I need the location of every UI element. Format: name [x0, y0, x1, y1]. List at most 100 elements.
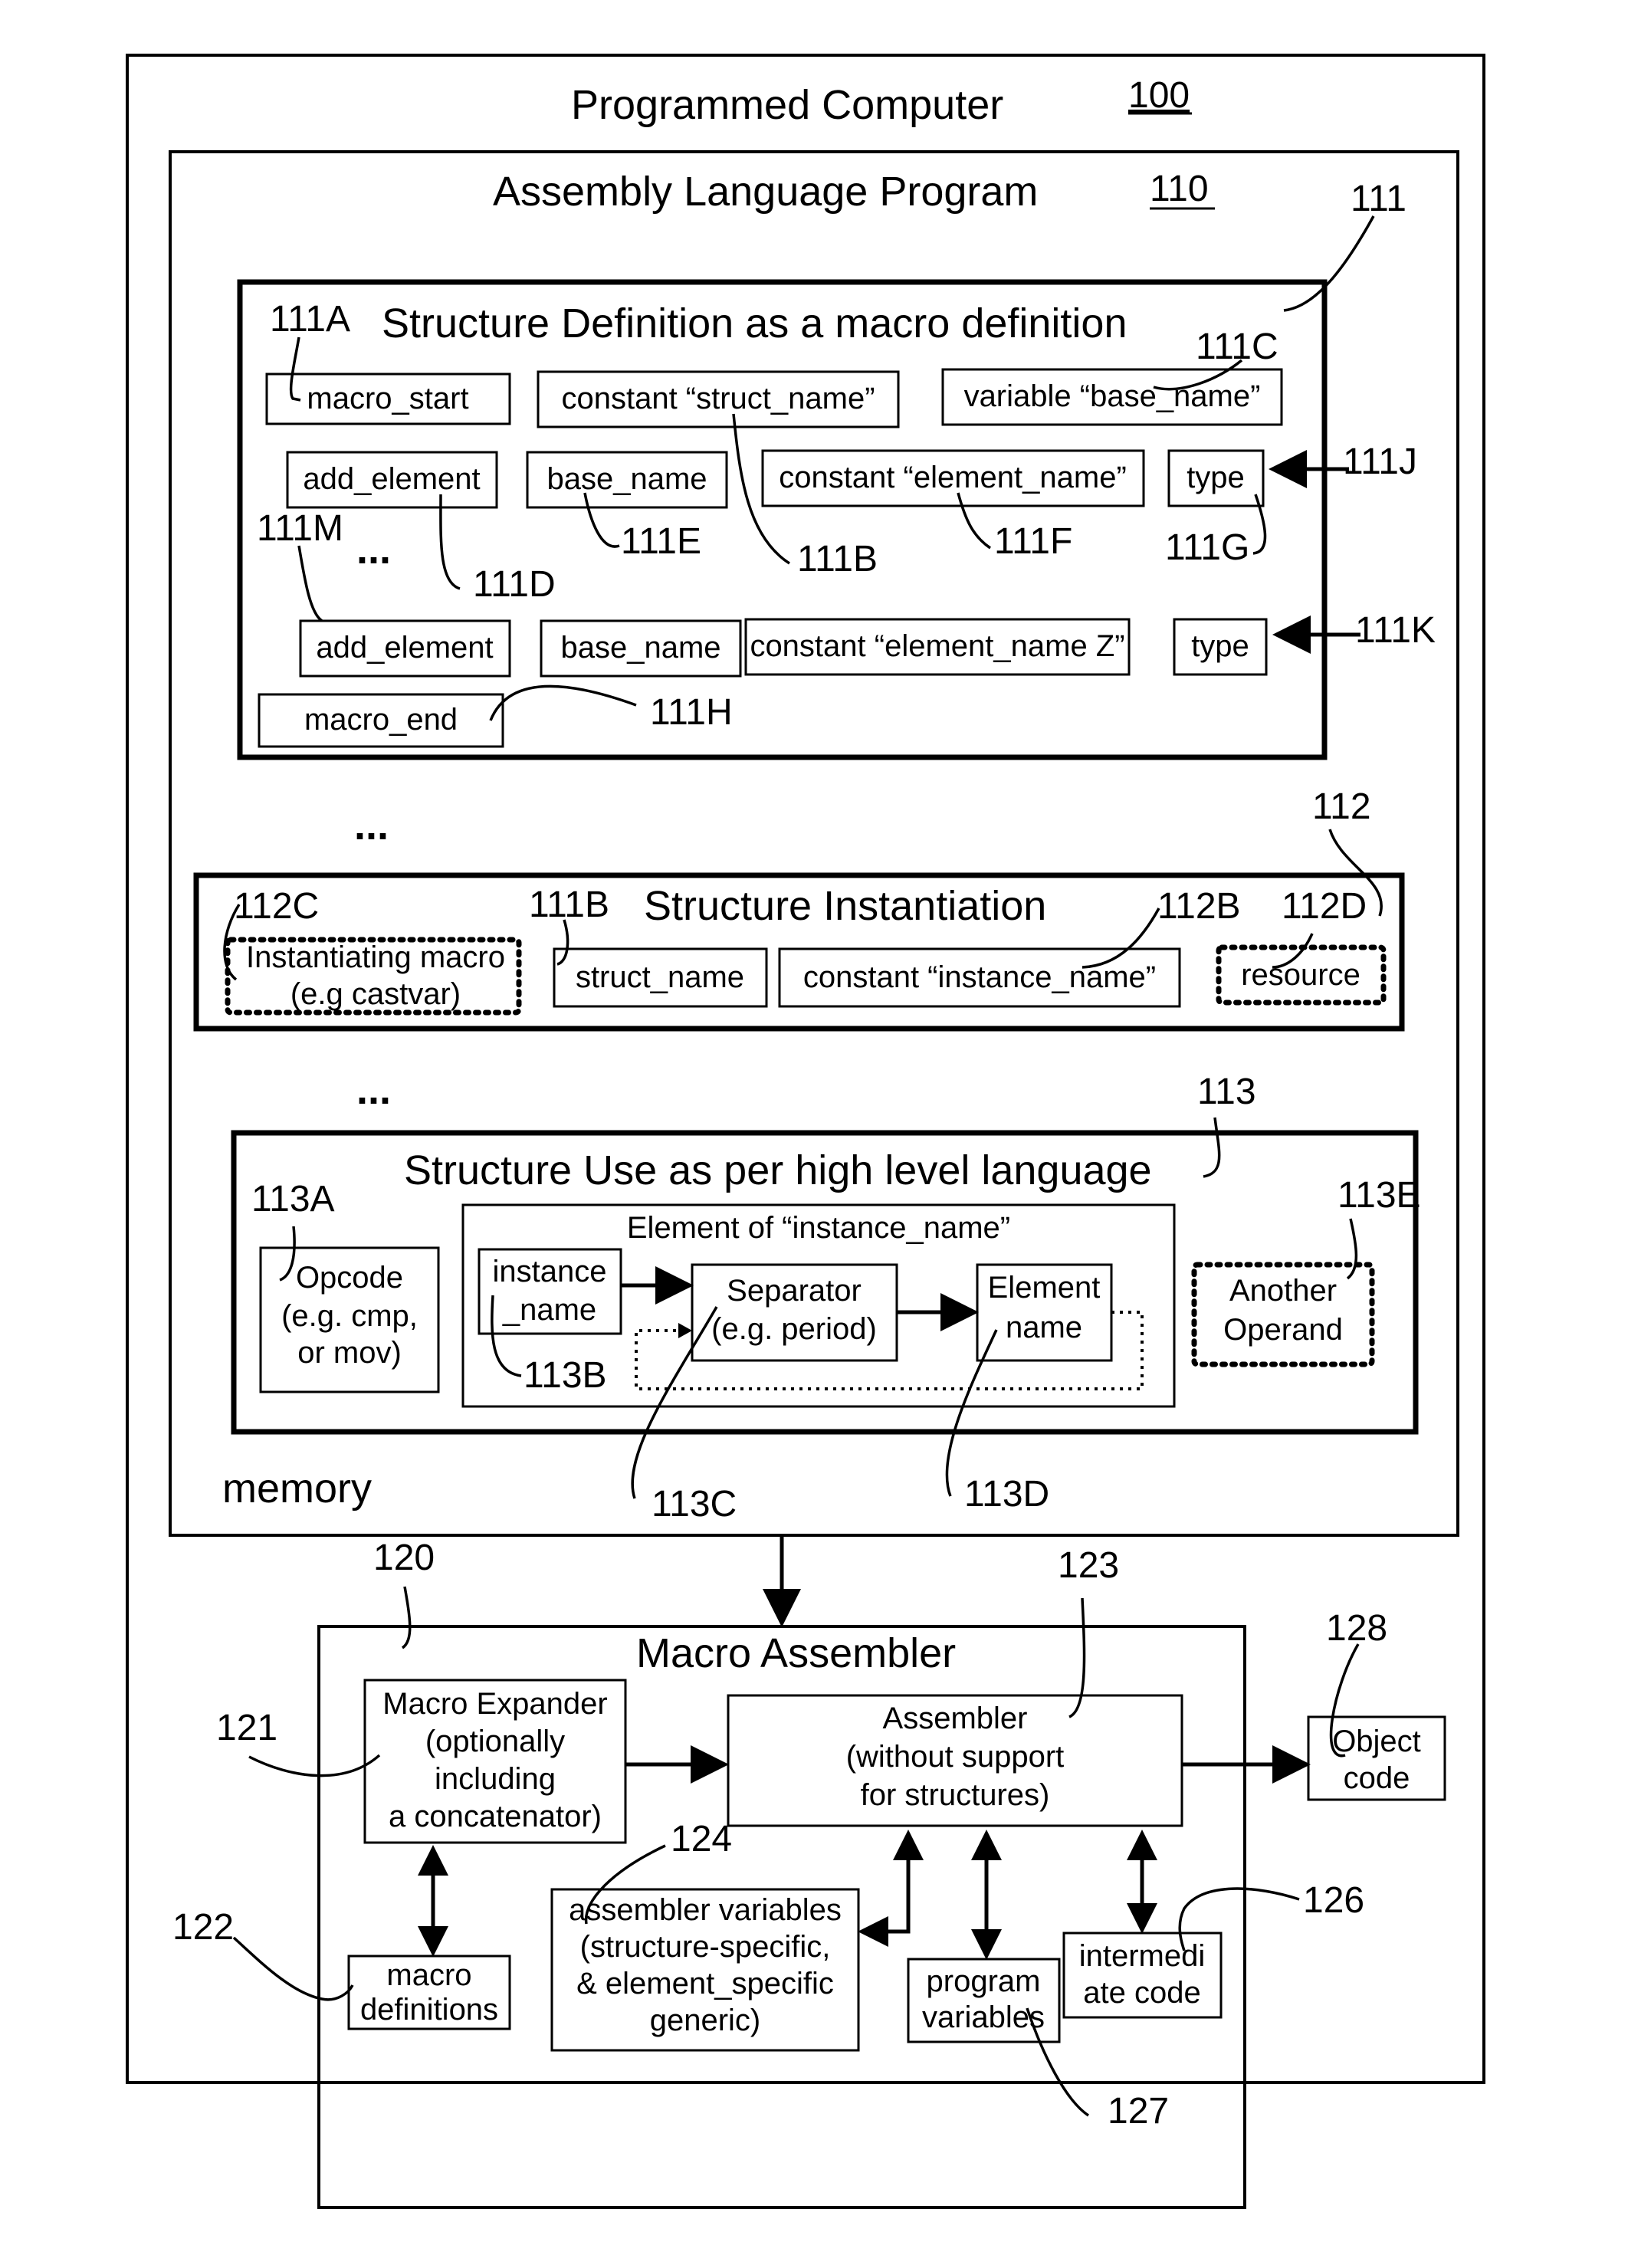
program-variables-text-2: variables — [922, 2001, 1045, 2034]
ellipsis-2: ... — [354, 802, 389, 848]
macro-definitions-text-2: definitions — [360, 1993, 498, 2027]
another-operand-text-1: Another — [1229, 1274, 1337, 1308]
ref-126: 126 — [1303, 1880, 1364, 1921]
element-name-text-1: Element — [988, 1271, 1101, 1305]
ref-113C: 113C — [652, 1484, 737, 1525]
assembler-variables-text-1: assembler variables — [569, 1893, 842, 1927]
var-base-name-text: variable “base_name” — [964, 379, 1261, 413]
ellipsis-1: ... — [356, 527, 391, 573]
leader-113 — [1203, 1117, 1221, 1178]
ref-111J: 111J — [1343, 441, 1417, 482]
ref-112C: 112C — [234, 886, 319, 927]
macro-definitions-text-1: macro — [386, 1958, 471, 1992]
type-text-2: type — [1191, 629, 1249, 663]
macro-expander-text-1: Macro Expander — [382, 1687, 607, 1721]
assembler-variables-text-4: generic) — [650, 2004, 761, 2037]
instantiating-macro-text-1: Instantiating macro — [246, 940, 505, 974]
ref-111B-inst: 111B — [529, 885, 609, 925]
leader-122 — [232, 1936, 354, 2001]
leader-112B — [1082, 908, 1160, 969]
structure-definition-title: Structure Definition as a macro definiti… — [382, 300, 1127, 346]
ref-113: 113 — [1197, 1072, 1256, 1112]
leader-113D — [945, 1329, 998, 1497]
const-instance-name-text: constant “instance_name” — [803, 960, 1156, 994]
assembly-program-title: Assembly Language Program — [493, 169, 1038, 215]
opcode-text-2: (e.g. cmp, — [281, 1299, 418, 1333]
ref-111H: 111H — [650, 692, 733, 733]
ref-120: 120 — [373, 1538, 435, 1578]
instance-name-text-1: instance — [493, 1255, 607, 1288]
ref-112D: 112D — [1282, 886, 1367, 927]
structure-use-title: Structure Use as per high level language — [404, 1147, 1152, 1193]
resource-text: resource — [1241, 958, 1360, 992]
macro-start-text: macro_start — [307, 382, 468, 415]
const-element-name-text-1: constant “element_name” — [779, 461, 1127, 494]
programmed-computer-box — [126, 54, 1485, 2084]
ref-113B: 113B — [524, 1355, 607, 1396]
leader-113A — [279, 1226, 296, 1282]
leader-111H — [489, 684, 637, 721]
ref-122: 122 — [172, 1907, 234, 1948]
ref-123: 123 — [1058, 1545, 1119, 1586]
leader-113E — [1346, 1218, 1358, 1280]
ref-121: 121 — [216, 1708, 277, 1748]
macro-assembler-title: Macro Assembler — [636, 1630, 956, 1676]
ref-127: 127 — [1108, 2091, 1169, 2132]
macro-expander-text-3: including — [435, 1762, 556, 1796]
instantiating-macro-text-2: (e.g castvar) — [290, 977, 461, 1011]
intermediate-code-text-2: ate code — [1083, 1976, 1200, 2010]
ref-113A: 113A — [251, 1179, 335, 1219]
structure-instantiation-title: Structure Instantiation — [644, 883, 1046, 929]
ref-111E: 111E — [621, 521, 701, 562]
assembler-text-1: Assembler — [883, 1702, 1028, 1735]
macro-expander-text-4: a concatenator) — [389, 1800, 602, 1833]
type-text-1: type — [1187, 461, 1245, 494]
programmed-computer-ref: 100 — [1128, 75, 1190, 116]
ref-111B: 111B — [797, 539, 878, 579]
ref-111M: 111M — [257, 508, 343, 549]
separator-text-2: (e.g. period) — [711, 1312, 877, 1346]
const-struct-name-text: constant “struct_name” — [561, 382, 875, 415]
ref-124: 124 — [671, 1819, 732, 1859]
structure-definition-box — [237, 279, 1328, 760]
ref-111F: 111F — [994, 521, 1072, 562]
leader-121 — [248, 1754, 381, 1777]
programmed-computer-title: Programmed Computer — [571, 82, 1003, 128]
arrow-assembler-variables — [858, 1830, 924, 1947]
ref-111: 111 — [1351, 179, 1406, 219]
ref-113D: 113D — [964, 1474, 1049, 1515]
memory-label: memory — [222, 1466, 372, 1511]
loop-back-arrowhead — [678, 1323, 692, 1338]
base-name-text-2: base_name — [560, 631, 720, 665]
macro-expander-text-2: (optionally — [425, 1725, 565, 1758]
intermediate-code-text-1: intermedi — [1079, 1939, 1206, 1973]
ref-111C: 111C — [1196, 327, 1278, 367]
leader-111 — [1283, 215, 1375, 312]
another-operand-text-2: Operand — [1223, 1313, 1343, 1347]
assembler-text-3: for structures) — [861, 1778, 1050, 1812]
leader-111M — [297, 545, 323, 622]
leader-111A — [289, 336, 301, 402]
ref-111G: 111G — [1165, 527, 1249, 568]
macro-end-text: macro_end — [304, 703, 458, 737]
assembler-variables-text-3: & element_specific — [576, 1967, 834, 2001]
struct-name-text: struct_name — [576, 960, 744, 994]
object-code-text-2: code — [1344, 1761, 1410, 1795]
ellipsis-3: ... — [356, 1067, 391, 1113]
ref-111K: 111K — [1355, 610, 1436, 651]
add-element-text-1: add_element — [303, 462, 480, 496]
base-name-text-1: base_name — [546, 462, 707, 496]
object-code-text-1: Object — [1332, 1725, 1421, 1758]
ref-128: 128 — [1326, 1608, 1387, 1649]
element-group-title: Element of “instance_name” — [627, 1211, 1010, 1245]
ref-111A: 111A — [270, 299, 350, 340]
leader-123 — [1068, 1597, 1086, 1718]
element-name-text-2: name — [1006, 1311, 1082, 1344]
leader-111F — [957, 492, 991, 550]
leader-120 — [401, 1586, 412, 1649]
ref-111D: 111D — [473, 564, 556, 605]
add-element-text-2: add_element — [316, 631, 493, 665]
instance-name-text-2: _name — [502, 1293, 596, 1327]
ref-112: 112 — [1312, 786, 1371, 827]
assembler-text-2: (without support — [846, 1740, 1065, 1774]
